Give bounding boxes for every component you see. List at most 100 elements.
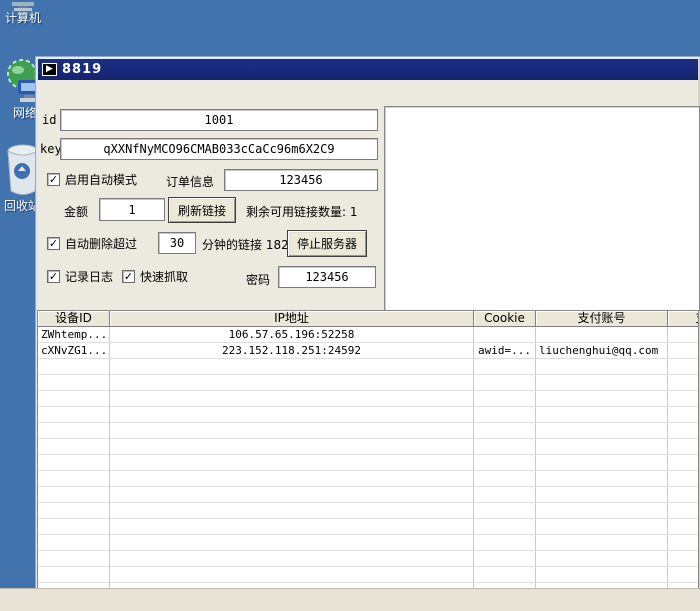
table-cell	[536, 455, 668, 471]
table-cell: ZWhtemp...	[38, 327, 110, 343]
auto-delete-suffix-label: 分钟的链接 1825	[202, 236, 296, 253]
table-cell	[474, 567, 536, 583]
table-cell	[536, 359, 668, 375]
table-cell: 223.152.118.251:24592	[110, 343, 474, 359]
table-row-empty	[38, 487, 698, 503]
table-cell	[110, 439, 474, 455]
table-cell	[110, 359, 474, 375]
table-cell	[38, 551, 110, 567]
column-header-1[interactable]: IP地址	[110, 311, 474, 327]
refresh-link-button[interactable]: 刷新链接	[168, 197, 236, 223]
table-cell	[536, 423, 668, 439]
table-cell: awid=...	[474, 343, 536, 359]
table-cell	[38, 487, 110, 503]
table-cell	[38, 519, 110, 535]
table-cell	[474, 471, 536, 487]
desktop-icon-computer[interactable]: 计算机	[0, 0, 49, 25]
table-cell	[474, 359, 536, 375]
table-cell	[110, 535, 474, 551]
checkbox-check-icon: ✓	[47, 270, 60, 283]
log-output-area[interactable]	[384, 106, 700, 311]
app-window: ▶ 8819 id key ✓ 启用自动模式 订单信息 金额 刷新链接 剩余可用…	[36, 57, 700, 589]
table-cell	[110, 503, 474, 519]
table-cell	[38, 375, 110, 391]
record-log-label: 记录日志	[65, 268, 113, 285]
table-cell	[536, 503, 668, 519]
amount-label: 金额	[64, 203, 88, 220]
checkbox-check-icon: ✓	[122, 270, 135, 283]
table-cell	[536, 375, 668, 391]
key-label: key	[40, 142, 62, 156]
password-input[interactable]	[278, 266, 376, 288]
app-icon: ▶	[42, 63, 57, 76]
table-row[interactable]: cXNvZG1...223.152.118.251:24592awid=...l…	[38, 343, 698, 359]
table-cell	[668, 551, 698, 567]
table-row-empty	[38, 391, 698, 407]
table-cell: liuchenghui@qq.com	[536, 343, 668, 359]
table-row-empty	[38, 375, 698, 391]
table-cell	[110, 551, 474, 567]
table-row-empty	[38, 535, 698, 551]
table-cell	[38, 391, 110, 407]
table-row[interactable]: ZWhtemp...106.57.65.196:52258	[38, 327, 698, 343]
amount-input[interactable]	[99, 198, 165, 221]
table-cell	[38, 503, 110, 519]
table-cell	[474, 423, 536, 439]
table-cell	[668, 519, 698, 535]
table-cell	[668, 487, 698, 503]
record-log-checkbox[interactable]: ✓ 记录日志	[47, 268, 113, 285]
table-cell	[110, 455, 474, 471]
table-row-empty	[38, 455, 698, 471]
checkbox-check-icon: ✓	[47, 237, 60, 250]
column-header-4[interactable]: 支付	[668, 311, 699, 327]
table-cell	[110, 407, 474, 423]
table-cell	[536, 535, 668, 551]
quick-capture-label: 快速抓取	[140, 268, 188, 285]
table-cell	[668, 343, 698, 359]
column-header-2[interactable]: Cookie	[474, 311, 536, 327]
table-cell	[668, 375, 698, 391]
table-cell	[38, 471, 110, 487]
column-header-0[interactable]: 设备ID	[38, 311, 110, 327]
table-cell	[536, 391, 668, 407]
table-cell: cXNvZG1...	[38, 343, 110, 359]
auto-mode-label: 启用自动模式	[65, 171, 137, 188]
table-cell	[110, 519, 474, 535]
auto-delete-minutes-input[interactable]	[158, 232, 196, 254]
quick-capture-checkbox[interactable]: ✓ 快速抓取	[122, 268, 188, 285]
window-client-area: id key ✓ 启用自动模式 订单信息 金额 刷新链接 剩余可用链接数量: 1…	[38, 80, 698, 589]
table-cell	[38, 455, 110, 471]
auto-mode-checkbox[interactable]: ✓ 启用自动模式	[47, 171, 137, 188]
window-titlebar[interactable]: ▶ 8819	[38, 59, 698, 80]
table-cell	[38, 535, 110, 551]
table-cell	[668, 407, 698, 423]
column-header-3[interactable]: 支付账号	[536, 311, 668, 327]
table-cell	[474, 327, 536, 343]
key-input[interactable]	[60, 138, 378, 160]
table-row-empty	[38, 567, 698, 583]
table-row-empty	[38, 359, 698, 375]
table-cell	[536, 407, 668, 423]
table-body[interactable]: ZWhtemp...106.57.65.196:52258cXNvZG1...2…	[38, 327, 698, 591]
table-cell	[536, 519, 668, 535]
stop-server-button[interactable]: 停止服务器	[287, 230, 367, 257]
auto-delete-checkbox[interactable]: ✓ 自动删除超过	[47, 235, 137, 252]
table-cell	[668, 535, 698, 551]
table-cell	[474, 503, 536, 519]
order-info-input[interactable]	[224, 169, 378, 191]
id-input[interactable]	[60, 109, 378, 131]
window-title: 8819	[62, 62, 102, 77]
table-cell	[536, 487, 668, 503]
table-cell	[38, 567, 110, 583]
table-cell	[668, 439, 698, 455]
table-cell	[474, 487, 536, 503]
password-label: 密码	[246, 271, 270, 288]
device-table: 设备IDIP地址Cookie支付账号支付 ZWhtemp...106.57.65…	[37, 310, 699, 609]
table-cell	[668, 327, 698, 343]
table-cell	[474, 535, 536, 551]
table-cell	[668, 567, 698, 583]
table-cell	[110, 375, 474, 391]
table-cell	[38, 423, 110, 439]
table-cell	[38, 407, 110, 423]
table-cell	[668, 471, 698, 487]
